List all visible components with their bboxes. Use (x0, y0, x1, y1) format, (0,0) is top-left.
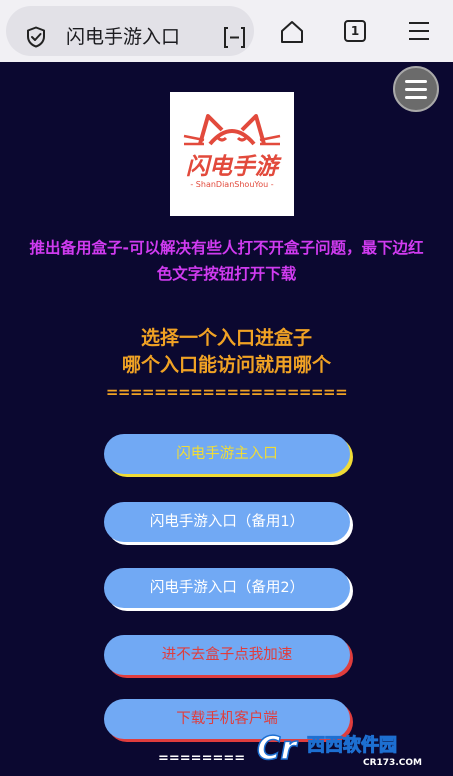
logo-brand-text: 闪电手游 (186, 154, 282, 180)
home-icon[interactable] (279, 19, 305, 45)
entry-heading: 选择一个入口进盒子 哪个入口能访问就用哪个 (0, 325, 453, 379)
heading-line: 选择一个入口进盒子 (140, 327, 312, 349)
floating-menu-button[interactable] (393, 66, 439, 112)
notice-text: 推出备用盒子-可以解决有些人打不开盒子问题，最下边红 色文字按钮打开下载 (0, 235, 453, 287)
address-title[interactable]: 闪电手游入口 (66, 24, 180, 50)
backup1-entry-button[interactable]: 闪电手游入口（备用1） (104, 502, 350, 542)
backup2-entry-button[interactable]: 闪电手游入口（备用2） (104, 568, 350, 608)
watermark-site-name: 西西软件园 (307, 734, 397, 756)
speedup-button[interactable]: 进不去盒子点我加速 (104, 635, 350, 675)
logo-pinyin: - ShanDianShouYou - (190, 180, 274, 189)
watermark-domain: CR173.COM (363, 758, 422, 768)
menu-bar (405, 88, 427, 91)
browser-toolbar: 闪电手游入口 1 (0, 0, 453, 62)
tabs-counter-button[interactable]: 1 (344, 20, 366, 42)
notice-line: 色文字按钮打开下载 (156, 265, 297, 283)
watermark-mark: Cr (257, 729, 298, 767)
menu-icon[interactable] (408, 21, 430, 41)
cat-logo-icon: 闪电手游 (183, 114, 282, 180)
notice-line: 推出备用盒子-可以解决有些人打不开盒子问题，最下边红 (29, 239, 424, 257)
bottom-separator: ======== (158, 751, 246, 766)
site-watermark: Cr 西西软件园 CR173.COM (256, 728, 422, 768)
reader-mode-icon[interactable] (222, 25, 247, 50)
address-bar[interactable]: 闪电手游入口 (6, 6, 254, 56)
site-logo: 闪电手游 - ShanDianShouYou - (170, 92, 294, 216)
main-entry-button[interactable]: 闪电手游主入口 (104, 434, 350, 474)
menu-bar (405, 96, 427, 99)
heading-line: 哪个入口能访问就用哪个 (121, 354, 331, 376)
menu-bar (405, 80, 427, 83)
separator-line: ==================== (105, 383, 348, 401)
shield-icon[interactable] (25, 26, 47, 48)
